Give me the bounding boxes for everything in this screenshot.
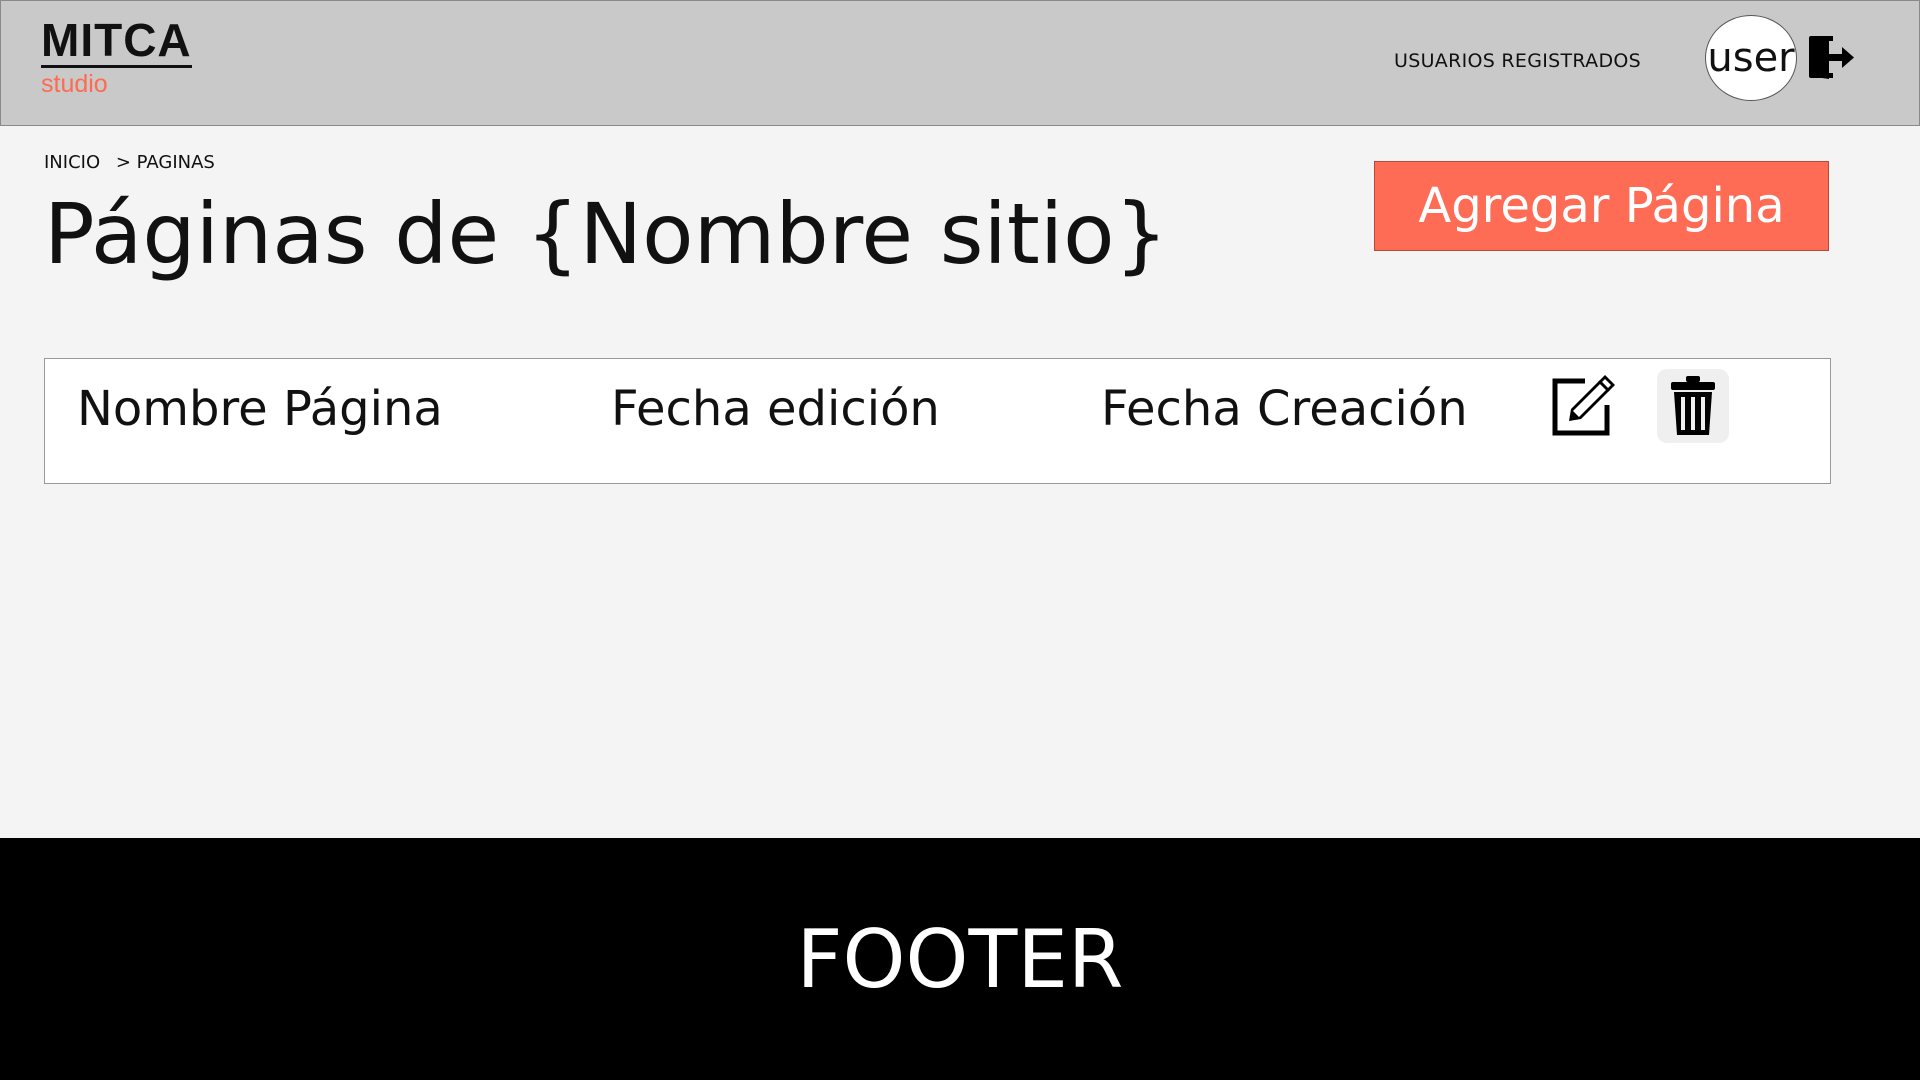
page: MITCA studio USUARIOS REGISTRADOS user I…: [0, 0, 1920, 1080]
footer: FOOTER: [0, 838, 1920, 1080]
breadcrumb: INICIO > PAGINAS: [44, 152, 225, 173]
page-title: Páginas de {Nombre sitio}: [44, 185, 1168, 283]
logo-main-text: MITCA: [41, 14, 192, 68]
logo-sub-text: studio: [41, 70, 108, 98]
registered-users-link[interactable]: USUARIOS REGISTRADOS: [1394, 50, 1641, 72]
edit-icon[interactable]: [1549, 371, 1621, 439]
edit-icon-graphic: [1552, 375, 1615, 436]
top-header: MITCA studio USUARIOS REGISTRADOS user: [0, 0, 1920, 126]
logout-icon[interactable]: [1807, 33, 1857, 81]
footer-label: FOOTER: [796, 912, 1124, 1006]
column-creation-date: Fecha Creación: [1101, 381, 1468, 437]
add-page-button-label: Agregar Página: [1418, 178, 1785, 234]
logo[interactable]: MITCA studio: [41, 17, 192, 97]
avatar[interactable]: user: [1705, 15, 1797, 101]
table-row: Nombre Página Fecha edición Fecha Creaci…: [44, 358, 1831, 484]
breadcrumb-item-inicio[interactable]: INICIO: [44, 152, 100, 173]
trash-icon-graphic: [1671, 376, 1715, 435]
trash-icon[interactable]: [1657, 369, 1729, 443]
column-edit-date: Fecha edición: [611, 381, 940, 437]
column-page-name: Nombre Página: [77, 381, 443, 437]
add-page-button[interactable]: Agregar Página: [1374, 161, 1829, 251]
avatar-label: user: [1707, 35, 1795, 81]
logout-icon-graphic: [1809, 36, 1854, 79]
breadcrumb-item-paginas[interactable]: > PAGINAS: [116, 152, 215, 173]
